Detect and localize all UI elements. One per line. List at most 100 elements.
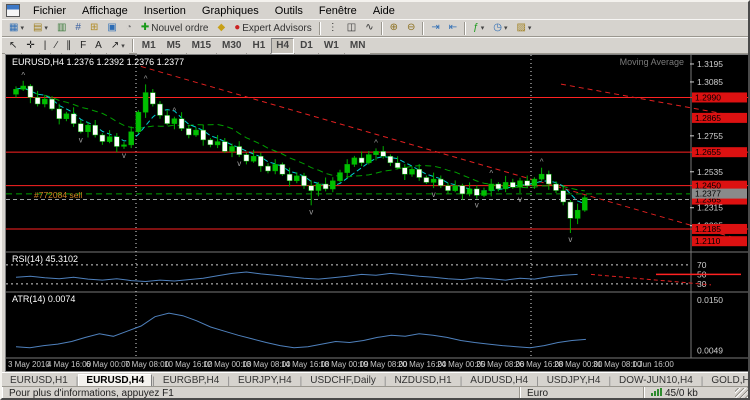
status-bar: Pour plus d'informations, appuyez F1 Eur…	[2, 386, 748, 400]
svg-text:1.3085: 1.3085	[697, 77, 723, 87]
indicators-icon: ƒ	[473, 23, 479, 33]
fibonacci-button[interactable]: F	[76, 38, 90, 54]
svg-text:^: ^	[173, 107, 177, 116]
timeframe-m1-button[interactable]: M1	[137, 38, 161, 54]
menu-insertion[interactable]: Insertion	[137, 4, 193, 18]
status-help-text: Pour plus d'informations, appuyez F1	[2, 387, 520, 400]
svg-text:v: v	[432, 190, 436, 199]
text-label-button[interactable]: A	[91, 38, 106, 54]
data-window-icon: #	[75, 23, 81, 33]
cursor-button[interactable]: ↖	[5, 38, 21, 54]
profiles-icon: ▤	[33, 23, 42, 33]
svg-text:3 May 2010: 3 May 2010	[8, 360, 50, 369]
menu-graphiques[interactable]: Graphiques	[195, 4, 266, 18]
svg-text:^: ^	[144, 74, 148, 83]
resize-grip[interactable]	[735, 388, 748, 400]
indicators-dropdown-icon[interactable]: ▾	[481, 24, 485, 32]
svg-text:70: 70	[697, 260, 707, 270]
terminal-icon: ▣	[107, 23, 116, 33]
crosshair-button[interactable]: ✛	[22, 38, 38, 54]
menu-bar: FichierAffichageInsertionGraphiquesOutil…	[2, 2, 750, 19]
svg-text:v: v	[237, 159, 241, 168]
zoom-out-button[interactable]: ⊖	[403, 20, 419, 36]
cursor-icon: ↖	[9, 41, 17, 51]
data-window-button[interactable]: #	[71, 20, 85, 36]
svg-text:v: v	[122, 151, 126, 160]
auto-scroll-button[interactable]: ⇥	[427, 20, 443, 36]
chart-bars-button[interactable]: ⋮	[324, 20, 342, 36]
trendline-button[interactable]: ∕	[51, 38, 61, 54]
chart-line-button[interactable]: ∿	[361, 20, 377, 36]
toolbar-separator	[464, 22, 466, 35]
templates-dropdown-icon[interactable]: ▾	[528, 24, 532, 32]
templates-button[interactable]: ▨▾	[512, 20, 535, 36]
strategy-tester-icon: ◔	[126, 23, 132, 33]
new-order-button[interactable]: ✚Nouvel ordre	[137, 20, 213, 36]
metaeditor-icon: ◆	[218, 23, 226, 33]
standard-toolbar: ▦▾▤▾▥#⊞▣◔✚Nouvel ordre◆●Expert Advisors⋮…	[2, 19, 748, 37]
metaeditor-button[interactable]: ◆	[214, 20, 230, 36]
menu-aide[interactable]: Aide	[366, 4, 402, 18]
zoom-out-icon: ⊖	[407, 23, 415, 33]
app-icon	[6, 4, 20, 17]
svg-text:1 Jun 16:00: 1 Jun 16:00	[632, 360, 674, 369]
chart-shift-button[interactable]: ⇤	[445, 20, 461, 36]
toolbar-separator	[132, 39, 134, 52]
profiles-dropdown-icon[interactable]: ▾	[44, 24, 48, 32]
timeframe-h4-button[interactable]: H4	[271, 38, 294, 54]
timeframe-h1-button[interactable]: H1	[247, 38, 270, 54]
svg-text:0.0150: 0.0150	[697, 295, 723, 305]
timeframe-m30-button[interactable]: M30	[217, 38, 246, 54]
zoom-in-button[interactable]: ⊕	[386, 20, 402, 36]
new-chart-dropdown-icon[interactable]: ▾	[20, 24, 24, 32]
expert-advisors-button[interactable]: ●Expert Advisors	[230, 20, 316, 36]
status-connection[interactable]: 45/0 kb	[644, 387, 748, 400]
periods-dropdown-icon[interactable]: ▾	[504, 24, 508, 32]
auto-scroll-icon: ⇥	[431, 23, 439, 33]
trendline-icon: ∕	[55, 41, 57, 51]
market-watch-icon: ▥	[57, 23, 66, 33]
terminal-button[interactable]: ▣	[103, 20, 120, 36]
svg-text:0.0049: 0.0049	[697, 345, 723, 355]
new-chart-button[interactable]: ▦▾	[5, 20, 28, 36]
new-order-icon: ✚	[141, 23, 149, 33]
navigator-button[interactable]: ⊞	[86, 20, 102, 36]
svg-text:6 May 00:00: 6 May 00:00	[86, 360, 131, 369]
menu-outils[interactable]: Outils	[268, 4, 310, 18]
svg-text:1.2655: 1.2655	[695, 147, 721, 157]
periods-button[interactable]: ◷▾	[489, 20, 511, 36]
strategy-tester-button[interactable]: ◔	[122, 20, 136, 36]
timeframe-w1-button[interactable]: W1	[319, 38, 344, 54]
svg-text:^: ^	[489, 169, 493, 178]
chart-area[interactable]: ^^^^^^vvvvvvvv1.31951.30851.27551.25351.…	[5, 54, 749, 372]
arrows-button[interactable]: ↗▾	[107, 38, 129, 54]
market-watch-button[interactable]: ▥	[53, 20, 70, 36]
vertical-line-button[interactable]: |	[40, 38, 51, 54]
navigator-icon: ⊞	[90, 23, 98, 33]
chart-candles-icon: ◫	[347, 23, 356, 33]
arrows-dropdown-icon[interactable]: ▾	[121, 42, 125, 50]
crosshair-icon: ✛	[26, 41, 34, 51]
svg-text:v: v	[568, 235, 572, 244]
svg-text:7 May 08:00: 7 May 08:00	[125, 360, 170, 369]
timeframe-mn-button[interactable]: MN	[345, 38, 371, 54]
svg-text:v: v	[475, 201, 479, 210]
menu-affichage[interactable]: Affichage	[75, 4, 135, 18]
mt4-window: FichierAffichageInsertionGraphiquesOutil…	[0, 0, 750, 400]
expert-advisors-label: Expert Advisors	[242, 23, 311, 34]
new-chart-icon: ▦	[9, 23, 18, 33]
chart-candles-button[interactable]: ◫	[343, 20, 360, 36]
price-chart-canvas[interactable]: ^^^^^^vvvvvvvv1.31951.30851.27551.25351.…	[6, 55, 748, 371]
svg-text:1.2990: 1.2990	[695, 92, 721, 102]
svg-text:1.3195: 1.3195	[697, 59, 723, 69]
timeframe-m5-button[interactable]: M5	[162, 38, 186, 54]
menu-fichier[interactable]: Fichier	[26, 4, 73, 18]
menu-fentre[interactable]: Fenêtre	[312, 4, 364, 18]
profiles-button[interactable]: ▤▾	[29, 20, 52, 36]
indicators-button[interactable]: ƒ▾	[469, 20, 488, 36]
svg-text:v: v	[309, 207, 313, 216]
equidistant-channel-button[interactable]: ∥	[62, 38, 75, 54]
timeframe-m15-button[interactable]: M15	[187, 38, 216, 54]
timeframe-d1-button[interactable]: D1	[295, 38, 318, 54]
status-symbol-name: Euro	[520, 387, 644, 400]
